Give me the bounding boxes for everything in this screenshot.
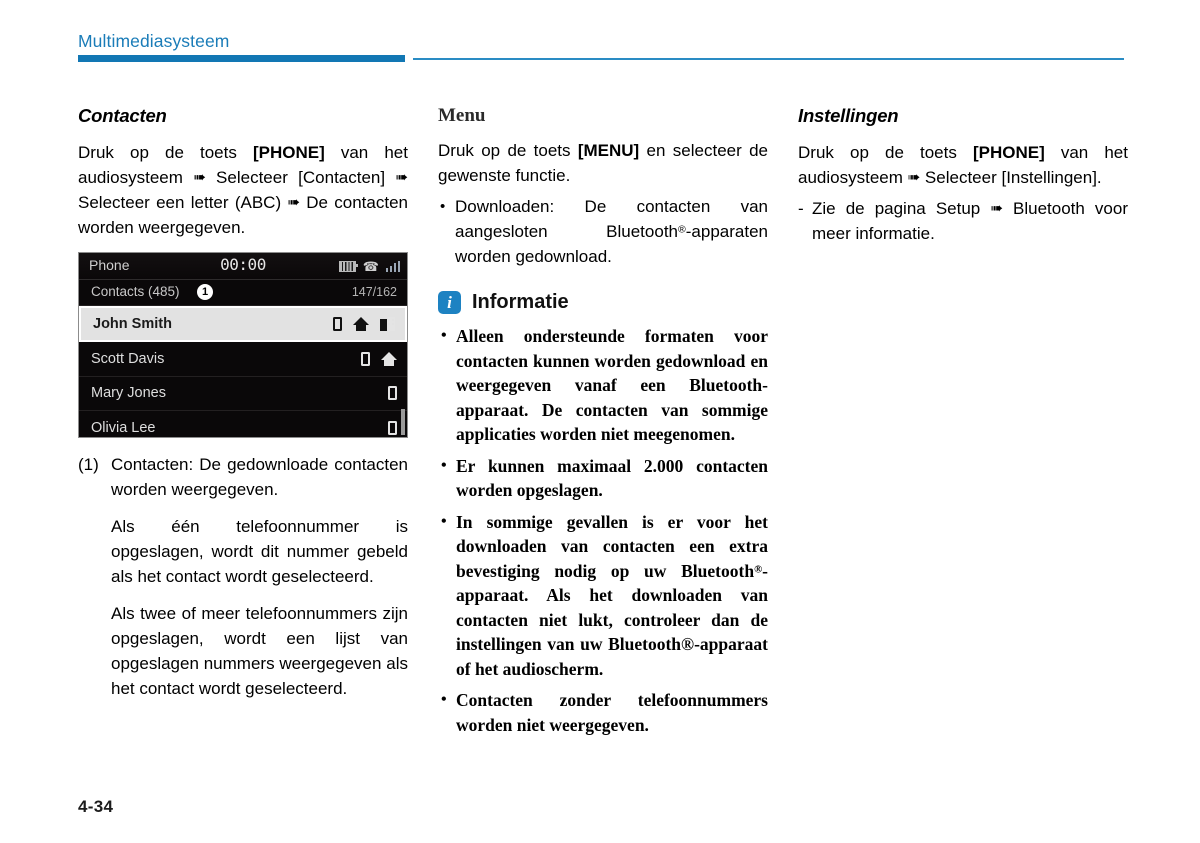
table-row[interactable]: Olivia Lee <box>79 411 407 437</box>
table-row[interactable]: John Smith <box>79 306 407 342</box>
device-screenshot-figure: Phone 00:00 ☎ Contacts (485) 1 147/162 J… <box>78 252 408 438</box>
battery-icon <box>338 260 358 272</box>
column-right: Instellingen Druk op de toets [PHONE] va… <box>798 104 1128 246</box>
list-item: - Zie de pagina Setup ➠ Bluetooth voor me… <box>798 196 1128 246</box>
table-row[interactable]: Scott Davis <box>79 342 407 377</box>
bullet-icon: • <box>441 512 447 530</box>
phone-key-label: [PHONE] <box>972 143 1045 162</box>
contact-number-type-icons <box>333 308 395 340</box>
menu-bullet-list: • Downloaden: De contacten van aangeslote… <box>438 194 768 269</box>
column-left: Contacten Druk op de toets [PHONE] van h… <box>78 104 408 701</box>
arrow-icon: ➠ <box>395 168 408 186</box>
arrow-icon: ➠ <box>287 193 300 211</box>
figure-caption-block: (1) Contacten: De gedownloade contacten … <box>78 452 408 701</box>
home-icon <box>353 317 369 331</box>
instellingen-intro-paragraph: Druk op de toets [PHONE] van het audiosy… <box>798 140 1128 190</box>
phone-key-label: [PHONE] <box>252 143 325 162</box>
info-bullet-text: Er kunnen maximaal 2.000 contacten worde… <box>456 455 768 501</box>
contacten-intro-p1: Druk op de toets <box>78 143 253 162</box>
contact-name: John Smith <box>93 316 172 332</box>
menu-intro-p1: Druk op de toets <box>438 141 578 160</box>
menu-intro-paragraph: Druk op de toets [MENU] en selecteer de … <box>438 138 768 188</box>
bullet-icon: • <box>441 691 447 708</box>
device-status-bar: Phone 00:00 ☎ <box>79 253 407 280</box>
contact-name: Scott Davis <box>91 350 165 367</box>
contacten-intro-p3: Selecteer [Contacten] <box>205 168 396 187</box>
table-row[interactable]: Mary Jones <box>79 377 407 411</box>
list-item: • Downloaden: De contacten van aangeslote… <box>438 194 768 269</box>
mobile-icon <box>388 420 397 435</box>
instellingen-dash-list: - Zie de pagina Setup ➠ Bluetooth voor me… <box>798 196 1128 246</box>
info-icon: i <box>438 291 461 314</box>
office-icon <box>380 317 395 331</box>
callout-marker-1: 1 <box>197 284 213 300</box>
info-bullet-text-pre: In sommige gevallen is er voor het downl… <box>456 511 768 581</box>
list-item: • Er kunnen maximaal 2.000 contacten word… <box>438 454 768 503</box>
contact-number-type-icons <box>388 377 397 411</box>
bullet-icon: • <box>440 198 446 215</box>
caption-number: (1) <box>78 455 99 474</box>
device-list-header: Contacts (485) 1 147/162 <box>79 280 407 306</box>
contacten-intro-paragraph: Druk op de toets [PHONE] van het audiosy… <box>78 140 408 240</box>
instellingen-intro-p3: Selecteer [Instellingen]. <box>920 168 1102 187</box>
caption-paragraph-2: Als één telefoonnummer is opgeslagen, wo… <box>111 517 408 586</box>
caption-paragraph-3: Als twee of meer telefoonnummers zijn op… <box>111 604 408 698</box>
bullet-icon: • <box>441 456 447 474</box>
registered-icon: ® <box>754 562 763 575</box>
page-footer: 4-34 <box>78 797 113 817</box>
info-bullet-text: Contacten zonder telefoonnummers worden … <box>456 690 768 735</box>
list-item: • Alleen ondersteunde formaten voor conta… <box>438 324 768 447</box>
caption-text: Contacten: De gedownloade contacten word… <box>111 455 408 499</box>
content-columns: Contacten Druk op de toets [PHONE] van h… <box>0 0 1200 843</box>
contacts-count-label: Contacts (485) <box>91 284 180 299</box>
dash-icon: - <box>798 199 804 218</box>
info-heading: i Informatie <box>438 291 768 314</box>
menu-key-label: [MENU] <box>577 141 640 160</box>
heading-menu: Menu <box>438 105 486 126</box>
mobile-icon <box>333 317 342 331</box>
arrow-icon: ➠ <box>907 168 921 186</box>
info-bullet-text: Alleen ondersteunde formaten voor contac… <box>456 326 768 444</box>
signal-icon <box>385 260 400 272</box>
mobile-icon <box>361 351 370 366</box>
contact-number-type-icons <box>388 411 397 437</box>
dash-text-pre: Zie de pagina Setup <box>812 199 991 218</box>
bluetooth-phone-icon: ☎ <box>362 258 379 274</box>
home-icon <box>381 351 397 366</box>
mobile-icon <box>388 386 397 401</box>
page-number: 4-34 <box>78 797 114 816</box>
figure-caption-1: (1) Contacten: De gedownloade contacten … <box>78 452 408 502</box>
contact-number-type-icons <box>361 342 397 376</box>
list-item: • In sommige gevallen is er voor het down… <box>438 510 768 682</box>
arrow-icon: ➠ <box>193 168 206 186</box>
bullet-icon: • <box>441 327 447 344</box>
heading-contacten: Contacten <box>78 105 167 126</box>
instellingen-intro-p1: Druk op de toets <box>798 143 973 162</box>
device-status-icons: ☎ <box>338 258 400 274</box>
contact-name: Mary Jones <box>91 385 166 402</box>
scrollbar-thumb[interactable] <box>401 409 405 435</box>
list-item: • Contacten zonder telefoonnummers worden… <box>438 688 768 737</box>
arrow-icon: ➠ <box>990 199 1003 217</box>
list-position-indicator: 147/162 <box>351 285 397 299</box>
info-title: Informatie <box>472 291 569 313</box>
heading-instellingen: Instellingen <box>798 105 899 126</box>
contact-name: Olivia Lee <box>91 419 156 436</box>
contacten-intro-p4: Selecteer een letter (ABC) <box>78 193 288 212</box>
info-bullet-list: • Alleen ondersteunde formaten voor conta… <box>438 324 768 737</box>
column-middle: Menu Druk op de toets [MENU] en selectee… <box>438 104 768 744</box>
registered-icon: ® <box>678 223 686 236</box>
